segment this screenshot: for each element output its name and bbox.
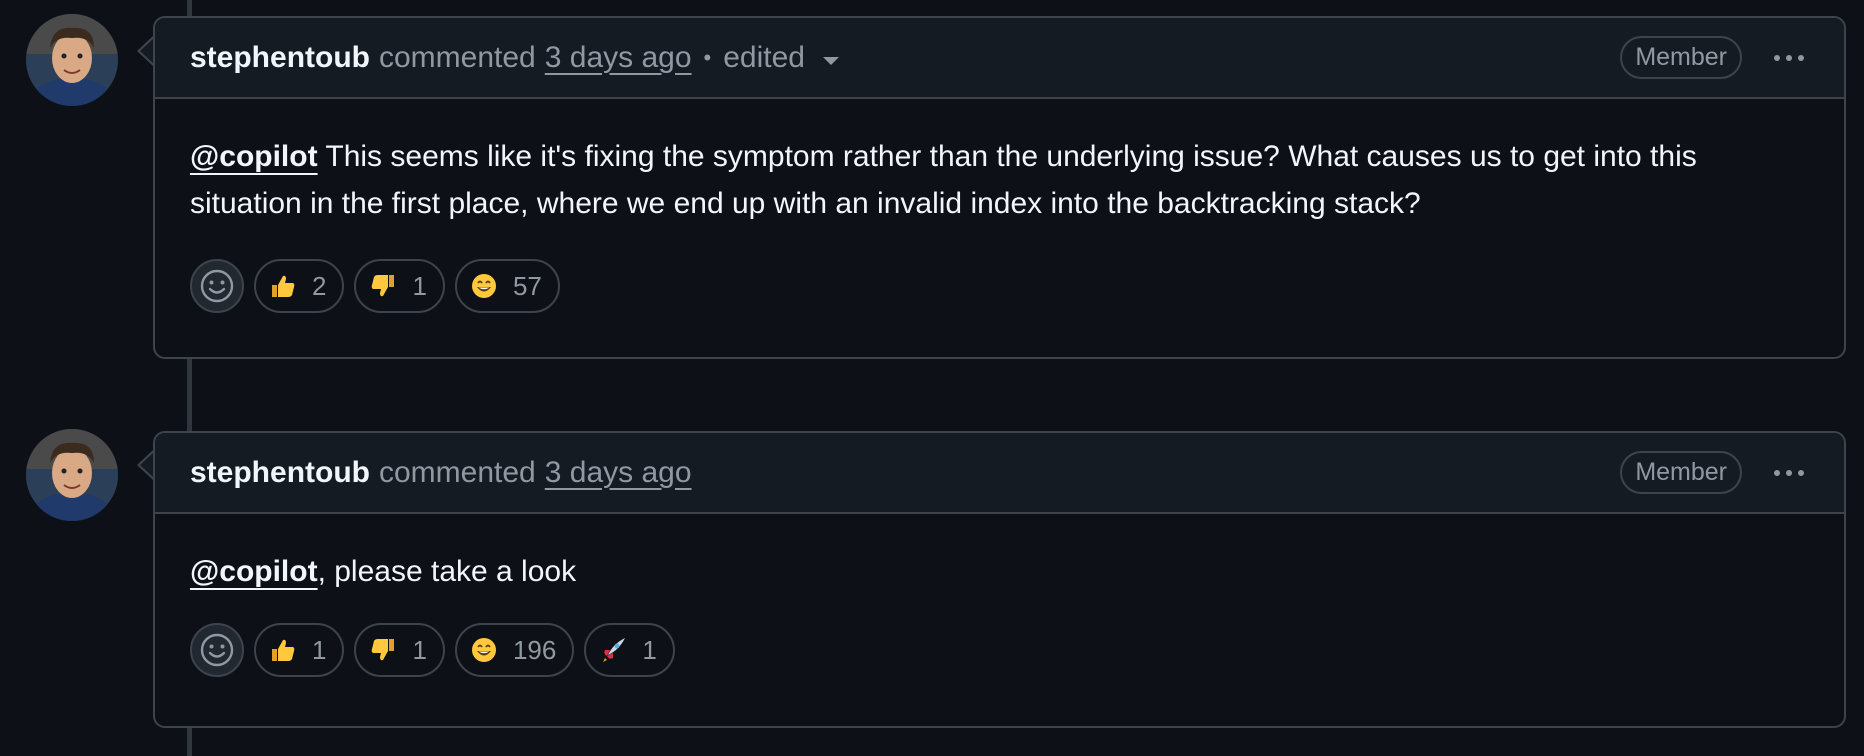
reaction-count: 196	[512, 634, 557, 665]
member-badge: Member	[1620, 451, 1742, 494]
timestamp-link[interactable]: 3 days ago	[545, 456, 692, 490]
reaction-count: 1	[412, 270, 427, 301]
reaction-thumbs-up[interactable]: 1	[254, 623, 345, 677]
reaction-count: 1	[642, 634, 657, 665]
rocket-icon	[598, 635, 628, 665]
comment-text-content: , please take a look	[317, 555, 577, 588]
avatar[interactable]	[26, 14, 118, 106]
thumbs-down-icon	[368, 635, 398, 665]
author-link[interactable]: stephentoub	[190, 41, 370, 75]
author-link[interactable]: stephentoub	[190, 456, 370, 490]
reactions-bar: 1 1 196 1	[190, 623, 1809, 677]
edited-history-dropdown[interactable]: edited	[723, 41, 839, 75]
comment-header: stephentoub commented 3 days ago • edite…	[155, 18, 1844, 99]
comment-card: stephentoub commented 3 days ago Member …	[153, 431, 1846, 728]
comment-action: commented	[379, 40, 536, 74]
reaction-thumbs-down[interactable]: 1	[354, 623, 445, 677]
comment-header: stephentoub commented 3 days ago Member	[155, 433, 1844, 514]
reaction-laugh[interactable]: 196	[454, 623, 575, 677]
comment-text-content: This seems like it's fixing the symptom …	[190, 140, 1697, 220]
smiley-icon	[200, 269, 234, 303]
comment-text: @copilot, please take a look	[190, 548, 1809, 595]
comment-body: @copilot This seems like it's fixing the…	[155, 99, 1844, 313]
add-reaction-button[interactable]	[190, 259, 244, 313]
comment-text: @copilot This seems like it's fixing the…	[190, 133, 1809, 227]
timeline-line	[187, 727, 192, 756]
reaction-thumbs-down[interactable]: 1	[354, 259, 445, 313]
comment-action: commented	[379, 455, 536, 489]
timestamp-link[interactable]: 3 days ago	[545, 41, 692, 75]
more-options-icon[interactable]	[1768, 464, 1810, 482]
add-reaction-button[interactable]	[190, 623, 244, 677]
comment-body: @copilot, please take a look 1 1 196 1	[155, 514, 1844, 677]
separator-dot: •	[703, 44, 712, 70]
grinning-face-icon	[469, 271, 499, 301]
smiley-icon	[200, 633, 234, 667]
avatar[interactable]	[26, 429, 118, 521]
reaction-thumbs-up[interactable]: 2	[254, 259, 345, 313]
thumbs-up-icon	[268, 635, 298, 665]
triangle-down-icon	[822, 56, 839, 65]
mention-link[interactable]: @copilot	[190, 140, 318, 173]
thumbs-down-icon	[368, 271, 398, 301]
reactions-bar: 2 1 57	[190, 259, 1809, 313]
more-options-icon[interactable]	[1768, 49, 1810, 67]
grinning-face-icon	[469, 635, 499, 665]
member-badge: Member	[1620, 36, 1742, 79]
reaction-count: 57	[512, 270, 542, 301]
reaction-rocket[interactable]: 1	[584, 623, 675, 677]
mention-link[interactable]: @copilot	[190, 555, 318, 588]
comment-card: stephentoub commented 3 days ago • edite…	[153, 16, 1846, 359]
reaction-laugh[interactable]: 57	[454, 259, 560, 313]
timeline-line	[187, 358, 192, 434]
edited-label: edited	[723, 40, 805, 74]
reaction-count: 1	[412, 634, 427, 665]
reaction-count: 1	[312, 634, 327, 665]
reaction-count: 2	[312, 270, 327, 301]
thumbs-up-icon	[268, 271, 298, 301]
